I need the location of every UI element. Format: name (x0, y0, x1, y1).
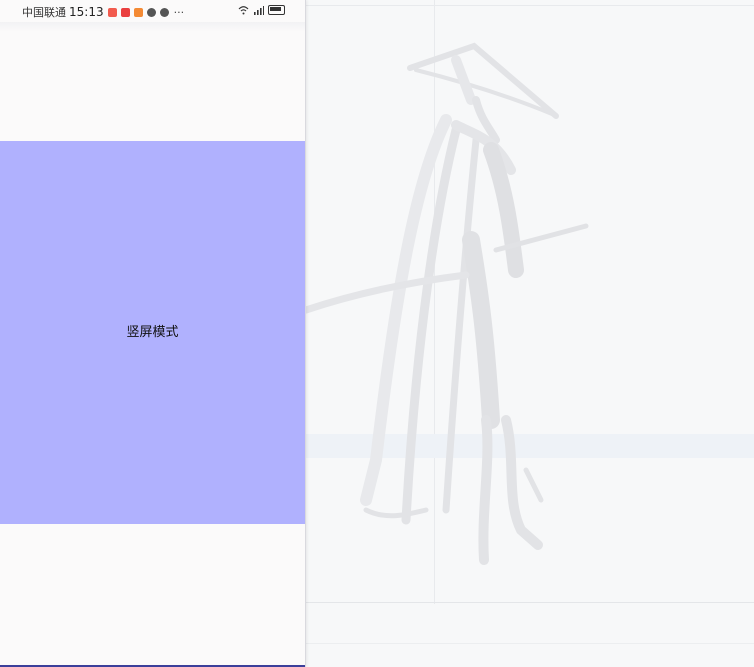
notification-icon (120, 7, 130, 17)
wifi-icon (238, 5, 249, 14)
phone-screen: 中国联通 15:13 ··· 竖屏模式 (0, 0, 306, 667)
wanderer-sketch-illustration (306, 42, 589, 565)
notification-icon (146, 7, 156, 17)
carrier-label: 中国联通 (22, 6, 66, 19)
portrait-mode-label: 竖屏模式 (126, 325, 179, 340)
status-bar: 中国联通 15:13 ··· (0, 0, 305, 22)
portrait-mode-panel[interactable]: 竖屏模式 (0, 141, 305, 524)
status-bar-right (238, 5, 285, 15)
status-time: 15:13 (69, 5, 104, 19)
notification-icon (159, 7, 169, 17)
battery-icon (268, 5, 285, 15)
more-notifications-icon: ··· (173, 5, 185, 19)
notification-icon (133, 7, 143, 17)
notification-icon (107, 7, 117, 17)
status-bar-left: 中国联通 15:13 ··· (22, 4, 184, 20)
divider-line (306, 5, 754, 6)
status-bar-shadow (0, 22, 305, 32)
signal-icon (254, 5, 264, 15)
divider-line (306, 602, 754, 603)
divider-line (306, 643, 754, 644)
